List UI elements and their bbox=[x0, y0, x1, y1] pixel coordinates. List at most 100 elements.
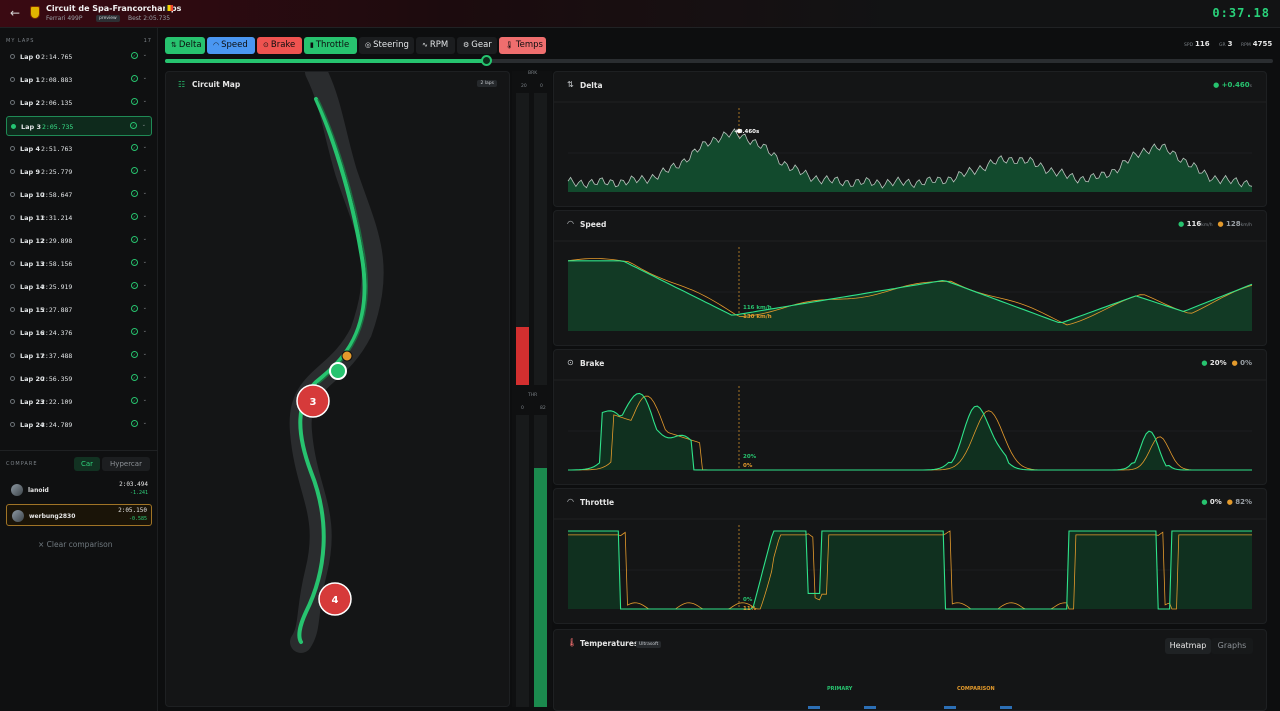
speed-comparison-tag: 130 km/h bbox=[743, 314, 772, 320]
lap-item[interactable]: Lap 4 2:51.763 ✓ ⌄ bbox=[6, 139, 152, 159]
lap-select-radio[interactable] bbox=[10, 376, 15, 381]
lap-select-radio[interactable] bbox=[10, 77, 15, 82]
toggle-gear[interactable]: ⚙ Gear bbox=[457, 37, 497, 54]
valid-check-icon: ✓ bbox=[131, 259, 138, 266]
lap-item[interactable]: Lap 14 2:25.919 ✓ ⌄ bbox=[6, 277, 152, 297]
brake-panel: ⊙ Brake ● 20% ● 0% 20% 0% bbox=[553, 349, 1267, 485]
toggle-brake[interactable]: ⊙ Brake bbox=[257, 37, 302, 54]
toggle-label: RPM bbox=[429, 40, 449, 50]
lap-select-radio[interactable] bbox=[10, 353, 15, 358]
compare-section: COMPARE Car Hypercar lanoid 2:03.494 -1.24… bbox=[0, 450, 158, 570]
lap-item[interactable]: Lap 3 2:05.735 ✓ ⌄ bbox=[6, 116, 152, 136]
timeline-scrubber[interactable] bbox=[165, 55, 1273, 66]
chevron-down-icon[interactable]: ⌄ bbox=[143, 236, 147, 242]
toggle-delta[interactable]: ⇅ Delta bbox=[165, 37, 205, 54]
lap-select-radio[interactable] bbox=[10, 307, 15, 312]
lap-select-radio[interactable] bbox=[10, 54, 15, 59]
tab-car[interactable]: Car bbox=[74, 457, 100, 471]
gear-stat: GR 3 bbox=[1219, 40, 1233, 48]
chevron-down-icon[interactable]: ⌄ bbox=[143, 52, 147, 58]
lap-select-radio[interactable] bbox=[10, 215, 15, 220]
driver-name: lanoid bbox=[28, 487, 49, 494]
chevron-down-icon[interactable]: ⌄ bbox=[143, 144, 147, 150]
tab-hypercar[interactable]: Hypercar bbox=[102, 457, 150, 471]
clear-comparison-button[interactable]: × Clear comparison bbox=[38, 540, 112, 549]
arrow-left-icon[interactable]: ← bbox=[8, 6, 22, 20]
chevron-down-icon[interactable]: ⌄ bbox=[143, 282, 147, 288]
lap-item[interactable]: Lap 15 2:27.887 ✓ ⌄ bbox=[6, 300, 152, 320]
lap-item[interactable]: Lap 10 2:58.647 ✓ ⌄ bbox=[6, 185, 152, 205]
toggle-rpm[interactable]: ∿ RPM bbox=[416, 37, 455, 54]
valid-check-icon: ✓ bbox=[130, 122, 137, 129]
valid-check-icon: ✓ bbox=[131, 98, 138, 105]
lap-name: Lap 1 bbox=[20, 76, 40, 84]
brake-chart[interactable] bbox=[554, 350, 1267, 485]
lap-item[interactable]: Lap 0 2:14.765 ✓ ⌄ bbox=[6, 47, 152, 67]
throttle-comparison-fill bbox=[534, 467, 547, 707]
chevron-down-icon[interactable]: ⌄ bbox=[143, 328, 147, 334]
lap-item[interactable]: Lap 17 2:37.488 ✓ ⌄ bbox=[6, 346, 152, 366]
toggle-speed[interactable]: ◠ Speed bbox=[207, 37, 255, 54]
chevron-down-icon[interactable]: ⌄ bbox=[143, 167, 147, 173]
chevron-down-icon[interactable]: ⌄ bbox=[143, 259, 147, 265]
lap-select-radio[interactable] bbox=[10, 330, 15, 335]
toggle-temps[interactable]: 🌡 Temps bbox=[499, 37, 546, 54]
chevron-down-icon[interactable]: ⌄ bbox=[143, 75, 147, 81]
lap-time: 2:58.156 bbox=[41, 260, 73, 268]
driver-time: 2:03.494 bbox=[119, 481, 148, 488]
valid-check-icon: ✓ bbox=[131, 213, 138, 220]
lap-item[interactable]: Lap 23 2:22.109 ✓ ⌄ bbox=[6, 392, 152, 412]
chevron-down-icon[interactable]: ⌄ bbox=[142, 122, 146, 128]
telemetry-app: ← Circuit de Spa-Francorchamps Ferrari 4… bbox=[0, 0, 1280, 711]
thermometer-icon: 🌡 bbox=[567, 638, 578, 647]
lap-select-radio[interactable] bbox=[10, 261, 15, 266]
thermometer-icon: 🌡 bbox=[505, 41, 514, 49]
lap-item[interactable]: Lap 11 2:31.214 ✓ ⌄ bbox=[6, 208, 152, 228]
lap-select-radio[interactable] bbox=[10, 169, 15, 174]
chevron-down-icon[interactable]: ⌄ bbox=[143, 420, 147, 426]
lap-item[interactable]: Lap 16 2:24.376 ✓ ⌄ bbox=[6, 323, 152, 343]
chevron-down-icon[interactable]: ⌄ bbox=[143, 98, 147, 104]
chevron-down-icon[interactable]: ⌄ bbox=[143, 374, 147, 380]
lap-select-radio[interactable] bbox=[10, 238, 15, 243]
lap-select-radio[interactable] bbox=[10, 284, 15, 289]
lap-select-radio[interactable] bbox=[11, 124, 16, 129]
brake-icon: ⊙ bbox=[263, 41, 269, 49]
lap-item[interactable]: Lap 9 2:25.779 ✓ ⌄ bbox=[6, 162, 152, 182]
speed-chart[interactable] bbox=[554, 211, 1267, 346]
compare-entry[interactable]: lanoid 2:03.494 -1.241 bbox=[6, 479, 152, 501]
lap-item[interactable]: Lap 24 2:24.789 ✓ ⌄ bbox=[6, 415, 152, 435]
lap-select-radio[interactable] bbox=[10, 192, 15, 197]
chevron-down-icon[interactable]: ⌄ bbox=[143, 213, 147, 219]
lap-select-radio[interactable] bbox=[10, 422, 15, 427]
chevron-down-icon[interactable]: ⌄ bbox=[143, 351, 147, 357]
throttle-chart[interactable] bbox=[554, 489, 1267, 624]
lap-select-radio[interactable] bbox=[10, 100, 15, 105]
delta-chart[interactable] bbox=[554, 72, 1267, 207]
lap-select-radio[interactable] bbox=[10, 146, 15, 151]
lap-item[interactable]: Lap 2 2:06.135 ✓ ⌄ bbox=[6, 93, 152, 113]
lap-item[interactable]: Lap 12 2:29.898 ✓ ⌄ bbox=[6, 231, 152, 251]
primary-car-marker bbox=[329, 362, 347, 380]
lap-select-radio[interactable] bbox=[10, 399, 15, 404]
chevron-down-icon[interactable]: ⌄ bbox=[143, 190, 147, 196]
chevron-down-icon[interactable]: ⌄ bbox=[143, 305, 147, 311]
lap-time: 2:31.214 bbox=[41, 214, 73, 222]
lap-item[interactable]: Lap 13 2:58.156 ✓ ⌄ bbox=[6, 254, 152, 274]
chevron-down-icon[interactable]: ⌄ bbox=[143, 397, 147, 403]
pulse-icon: ∿ bbox=[422, 41, 428, 49]
toggle-throttle[interactable]: ▮ Throttle bbox=[304, 37, 357, 54]
valid-check-icon: ✓ bbox=[131, 420, 138, 427]
preview-badge: preview bbox=[96, 15, 120, 22]
lap-item[interactable]: Lap 20 2:56.359 ✓ ⌄ bbox=[6, 369, 152, 389]
compare-entry[interactable]: werbung2830 2:05.150 -0.585 bbox=[6, 504, 152, 526]
circuit-map[interactable]: 3 4 bbox=[166, 72, 510, 707]
toggle-steering[interactable]: ◎ Steering bbox=[359, 37, 414, 54]
best-lap: Best 2:05.735 bbox=[128, 15, 171, 22]
lap-time: 2:51.763 bbox=[41, 145, 73, 153]
tab-graphs[interactable]: Graphs bbox=[1211, 638, 1253, 654]
lap-item[interactable]: Lap 1 2:08.883 ✓ ⌄ bbox=[6, 70, 152, 90]
tab-heatmap[interactable]: Heatmap bbox=[1165, 638, 1211, 654]
timeline-handle[interactable] bbox=[481, 55, 493, 66]
lap-name: Lap 4 bbox=[20, 145, 40, 153]
